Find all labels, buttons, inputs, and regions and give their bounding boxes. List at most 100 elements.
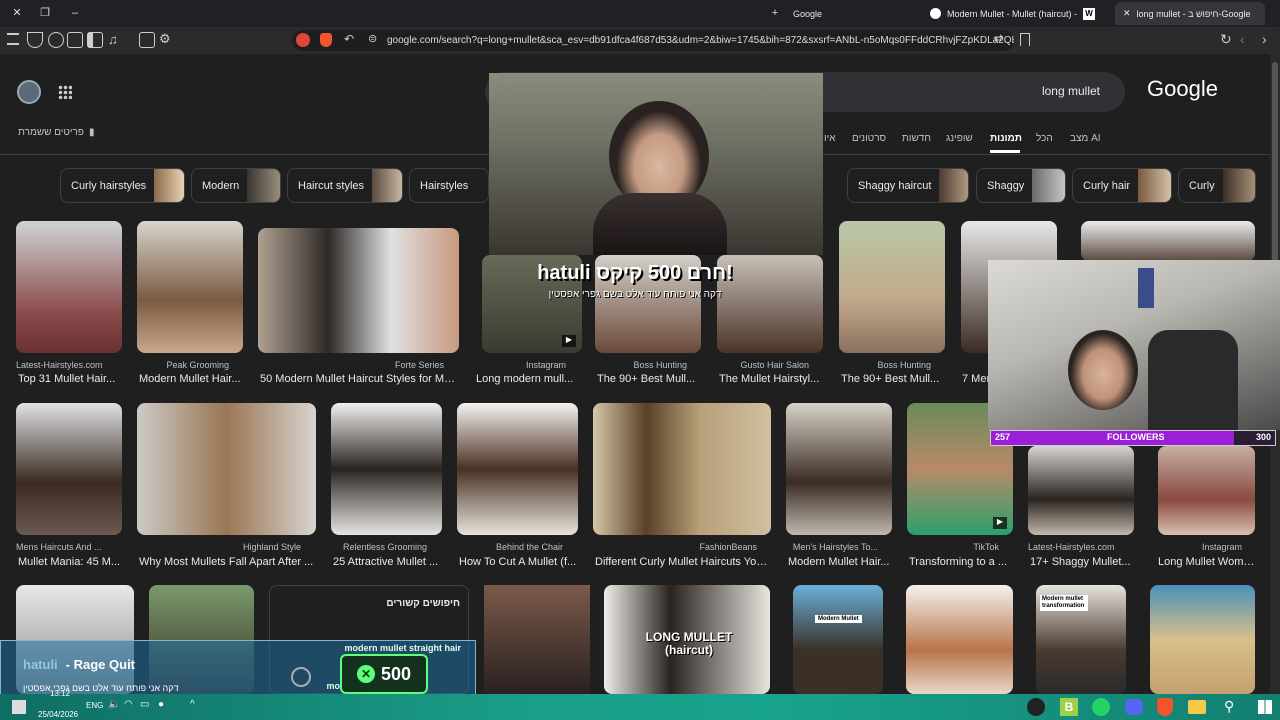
result-title[interactable]: Modern Mullet Hair...	[139, 373, 243, 385]
result-image[interactable]	[16, 403, 122, 535]
search-icon[interactable]: ⚲	[1224, 698, 1234, 715]
tab-google[interactable]: Google	[793, 2, 913, 25]
bookmark-icon[interactable]	[1020, 33, 1030, 46]
result-title[interactable]: Why Most Mullets Fall Apart After ...	[139, 556, 316, 568]
result-image[interactable]	[786, 403, 892, 535]
result-image[interactable]	[1081, 221, 1255, 261]
file-explorer-icon[interactable]	[1188, 700, 1206, 714]
windows-start-icon[interactable]	[1258, 700, 1272, 714]
saved-items-link[interactable]: פריטים ששמרת ▮	[18, 127, 94, 138]
result-image[interactable]	[137, 221, 243, 353]
taskbar-date[interactable]: 25/04/2026	[38, 710, 78, 719]
chip-hairstyles[interactable]: Hairstyles	[409, 168, 489, 203]
brave-shield-icon[interactable]	[320, 33, 332, 47]
result-title[interactable]: Long modern mull...	[476, 373, 582, 385]
result-source[interactable]: Boss Hunting	[595, 360, 687, 370]
chip-curly-hair[interactable]: Curly hair	[1072, 168, 1172, 203]
brave-icon[interactable]	[1157, 698, 1173, 716]
tab-news[interactable]: חדשות	[902, 133, 931, 144]
result-title[interactable]: Different Curly Mullet Haircuts You...	[595, 556, 771, 568]
apps-grid-icon[interactable]	[58, 85, 72, 99]
result-image[interactable]	[1028, 446, 1134, 535]
close-tab-icon[interactable]: ✕	[1123, 8, 1131, 19]
result-image[interactable]	[1158, 446, 1255, 535]
result-source[interactable]: Relentless Grooming	[331, 542, 427, 552]
result-title[interactable]: 17+ Shaggy Mullet...	[1030, 556, 1134, 568]
shield-icon[interactable]	[27, 32, 43, 48]
result-title[interactable]: Modern Mullet Hair...	[788, 556, 892, 568]
scrollbar-thumb[interactable]	[1272, 62, 1278, 262]
battery-icon[interactable]: ▭	[140, 699, 149, 710]
result-source[interactable]: Peak Grooming	[137, 360, 229, 370]
notification-center-icon[interactable]	[12, 700, 26, 714]
result-title[interactable]: 25 Attractive Mullet ...	[333, 556, 442, 568]
result-image[interactable]	[16, 221, 122, 353]
result-source[interactable]: TikTok	[907, 542, 999, 552]
result-title[interactable]: Transforming to a ...	[909, 556, 1013, 568]
tab-images[interactable]: תמונות	[990, 133, 1022, 144]
tab-videos[interactable]: סרטונים	[852, 133, 886, 144]
result-source[interactable]: Latest-Hairstyles.com	[1028, 542, 1134, 552]
speaker-icon[interactable]: 🔈	[108, 699, 120, 710]
share-icon[interactable]: ↶	[344, 32, 354, 46]
wallet-icon[interactable]	[67, 32, 83, 48]
minimize-window-icon[interactable]: –	[66, 4, 84, 22]
sidebar-icon[interactable]	[87, 32, 103, 48]
chevron-up-icon[interactable]: ^	[190, 699, 195, 710]
chip-modern[interactable]: Modern	[191, 168, 281, 203]
microphone-icon[interactable]: ●	[158, 699, 164, 710]
extensions-icon[interactable]: ⚙	[159, 31, 171, 47]
back-icon[interactable]: ‹	[1240, 31, 1245, 47]
chip-shaggy-haircut[interactable]: Shaggy haircut	[847, 168, 969, 203]
bing-icon[interactable]: B	[1060, 698, 1078, 716]
result-title[interactable]: Mullet Mania: 45 M...	[18, 556, 122, 568]
tab-modern-mullet[interactable]: Modern Mullet - Mullet (haircut) - W W	[930, 2, 1110, 25]
result-source[interactable]: Mens Haircuts And ...	[16, 542, 122, 552]
tab-ai-mode[interactable]: מצב AI	[1070, 133, 1101, 144]
result-title[interactable]: Top 31 Mullet Hair...	[18, 373, 122, 385]
result-source[interactable]: FashionBeans	[593, 542, 757, 552]
tab-more[interactable]: איו	[824, 133, 835, 144]
chip-curly[interactable]: Curly	[1178, 168, 1256, 203]
reload-icon[interactable]: ↻	[1220, 31, 1232, 48]
result-source[interactable]: Gusto Hair Salon	[717, 360, 809, 370]
new-tab-icon[interactable]: +	[766, 4, 784, 22]
whatsapp-icon[interactable]	[1092, 698, 1110, 716]
result-source[interactable]: Forte Series	[258, 360, 444, 370]
chip-curly-hairstyles[interactable]: Curly hairstyles	[60, 168, 185, 203]
download-icon[interactable]	[48, 32, 64, 48]
language-indicator[interactable]: ENG	[86, 701, 103, 710]
result-image[interactable]	[839, 221, 945, 353]
result-source[interactable]: Instagram	[1158, 542, 1242, 552]
restore-window-icon[interactable]: ❐	[36, 4, 54, 22]
result-image[interactable]	[457, 403, 578, 535]
result-source[interactable]: Latest-Hairstyles.com	[16, 360, 122, 370]
result-image[interactable]	[593, 403, 771, 535]
taskbar-time[interactable]: 13:12	[50, 689, 70, 698]
address-bar[interactable]: google.com/search?q=long+mullet&sca_esv=…	[292, 30, 1014, 51]
result-source[interactable]: Behind the Chair	[457, 542, 563, 552]
close-window-icon[interactable]: ✕	[8, 4, 26, 22]
result-source[interactable]: Instagram	[482, 360, 566, 370]
result-image[interactable]	[331, 403, 442, 535]
notification-icon[interactable]	[296, 33, 310, 47]
result-title[interactable]: The Mullet Hairstyl...	[719, 373, 823, 385]
obs-icon[interactable]	[1027, 698, 1045, 716]
result-image[interactable]	[1150, 585, 1255, 694]
tab-all[interactable]: הכל	[1036, 133, 1053, 144]
music-icon[interactable]: ♫	[108, 32, 118, 47]
result-source[interactable]: Men's Hairstyles To...	[786, 542, 878, 552]
wifi-icon[interactable]: ◠	[124, 699, 133, 710]
related-search-1[interactable]: modern mullet straight hair	[291, 643, 461, 653]
google-logo[interactable]: Google	[1147, 76, 1218, 102]
discord-icon[interactable]	[1125, 699, 1143, 715]
screenshot-icon[interactable]	[139, 32, 155, 48]
result-image[interactable]	[137, 403, 316, 535]
result-title[interactable]: 50 Modern Mullet Haircut Styles for Me..…	[260, 373, 459, 385]
avatar[interactable]	[17, 80, 41, 104]
result-source[interactable]: Highland Style	[137, 542, 301, 552]
translate-icon[interactable]: ⇄	[994, 32, 1003, 45]
tab-shopping[interactable]: שופינג	[946, 133, 973, 144]
search-query[interactable]: long mullet	[1000, 84, 1100, 98]
result-image[interactable]	[906, 585, 1013, 694]
